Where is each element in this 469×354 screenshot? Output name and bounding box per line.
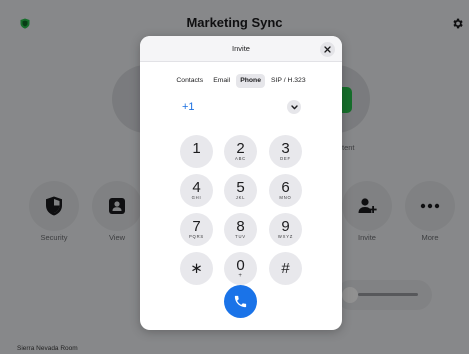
key-digit: 5 (236, 178, 245, 196)
key-4[interactable]: 4 GHI (180, 174, 213, 207)
invite-method-tabs: Contacts Email Phone SIP / H.323 (140, 74, 342, 88)
tab-contacts[interactable]: Contacts (172, 74, 207, 88)
key-letters: MNO (279, 194, 292, 200)
dialog-header: Invite (140, 36, 342, 62)
close-icon (324, 46, 331, 53)
key-letters: + (238, 272, 243, 279)
tab-sip-h323[interactable]: SIP / H.323 (267, 74, 310, 88)
key-letters: WXYZ (277, 233, 294, 239)
key-1[interactable]: 1 (180, 135, 213, 168)
key-digit: # (281, 259, 290, 277)
key-digit: 3 (281, 139, 290, 157)
key-letters: TUV (235, 233, 246, 239)
key-2[interactable]: 2 ABC (224, 135, 257, 168)
country-code[interactable]: +1 (182, 101, 195, 113)
key-digit: 8 (236, 217, 245, 235)
key-digit: 4 (192, 178, 201, 196)
key-3[interactable]: 3 DEF (269, 135, 302, 168)
key-7[interactable]: 7 PQRS (180, 213, 213, 246)
key-star[interactable]: ∗ (180, 252, 213, 285)
key-digit: 6 (281, 178, 290, 196)
invite-dialog: Invite Contacts Email Phone SIP / H.323 … (140, 36, 342, 330)
key-letters: ABC (234, 155, 246, 161)
key-8[interactable]: 8 TUV (224, 213, 257, 246)
key-digit: 7 (192, 217, 201, 235)
phone-icon (234, 295, 247, 308)
key-letters: JKL (235, 194, 246, 200)
key-letters: GHI (191, 194, 202, 200)
chevron-down-icon (290, 104, 298, 109)
key-digit: 2 (236, 139, 245, 157)
key-hash[interactable]: # (269, 252, 302, 285)
call-button[interactable] (224, 285, 257, 318)
key-5[interactable]: 5 JKL (224, 174, 257, 207)
country-code-dropdown[interactable] (287, 100, 301, 114)
key-6[interactable]: 6 MNO (269, 174, 302, 207)
key-digit: ∗ (190, 259, 203, 277)
key-0[interactable]: 0 + (224, 252, 257, 285)
key-letters: PQRS (188, 233, 205, 239)
tab-phone[interactable]: Phone (236, 74, 265, 88)
dialog-title: Invite (232, 44, 250, 53)
key-digit: 1 (192, 139, 201, 157)
tab-email[interactable]: Email (209, 74, 234, 88)
key-9[interactable]: 9 WXYZ (269, 213, 302, 246)
close-button[interactable] (320, 42, 335, 57)
key-letters: DEF (280, 155, 291, 161)
key-digit: 0 (236, 256, 245, 274)
key-digit: 9 (281, 217, 290, 235)
